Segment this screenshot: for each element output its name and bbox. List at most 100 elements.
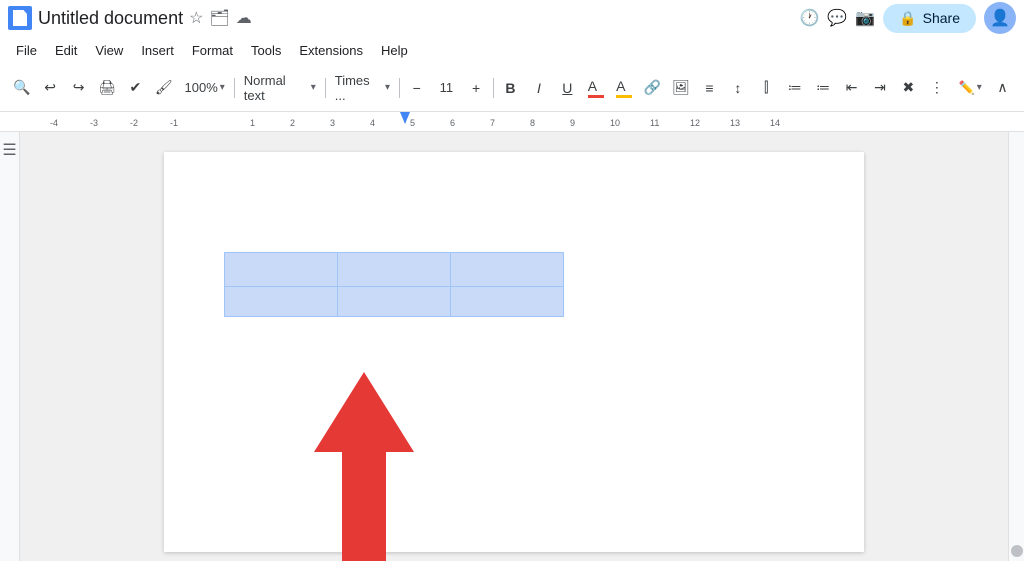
menu-format[interactable]: Format xyxy=(184,40,241,61)
outline-toggle[interactable]: ☰ xyxy=(2,140,16,160)
arrow-annotation xyxy=(304,372,424,561)
scroll-button[interactable] xyxy=(1011,545,1023,557)
comment-icon[interactable]: 💬 xyxy=(827,8,847,28)
separator-1 xyxy=(234,78,235,98)
font-size-increase-icon[interactable]: + xyxy=(462,74,489,102)
italic-button[interactable]: I xyxy=(525,74,552,102)
indent-increase-icon[interactable]: ⇥ xyxy=(866,74,893,102)
svg-text:7: 7 xyxy=(490,118,495,128)
indent-decrease-icon[interactable]: ⇤ xyxy=(838,74,865,102)
link-icon[interactable]: 🔗 xyxy=(639,74,666,102)
svg-text:8: 8 xyxy=(530,118,535,128)
column-icon[interactable]: ⫿ xyxy=(753,74,780,102)
print-icon[interactable]: 🖨 xyxy=(93,74,120,102)
svg-text:10: 10 xyxy=(610,118,620,128)
star-icon[interactable]: ☆ xyxy=(189,8,203,28)
svg-text:-2: -2 xyxy=(130,118,138,128)
menu-tools[interactable]: Tools xyxy=(243,40,289,61)
search-icon[interactable]: 🔍 xyxy=(8,74,35,102)
text-color-button[interactable]: A xyxy=(582,74,609,102)
svg-text:6: 6 xyxy=(450,118,455,128)
undo-icon[interactable]: ↩ xyxy=(36,74,63,102)
svg-text:14: 14 xyxy=(770,118,780,128)
table-cell[interactable] xyxy=(225,253,338,287)
left-sidebar: ☰ xyxy=(0,132,20,561)
svg-text:-1: -1 xyxy=(170,118,178,128)
table-container xyxy=(224,252,564,317)
menu-insert[interactable]: Insert xyxy=(133,40,182,61)
ordered-list-icon[interactable]: ≔ xyxy=(809,74,836,102)
font-size-decrease-icon[interactable]: − xyxy=(403,74,430,102)
font-chevron: ▾ xyxy=(385,82,390,93)
lock-icon: 🔒 xyxy=(899,10,916,27)
svg-text:-4: -4 xyxy=(50,118,58,128)
text-color-bar xyxy=(588,95,604,98)
edit-mode-dropdown[interactable]: ✏️ ▾ xyxy=(953,78,988,98)
doc-title[interactable]: Untitled document xyxy=(38,8,183,29)
video-icon[interactable]: 📷 xyxy=(855,8,875,28)
paint-format-icon[interactable]: 🖌 xyxy=(150,74,177,102)
style-label: Normal text xyxy=(244,73,309,103)
zoom-dropdown[interactable]: 100% ▾ xyxy=(179,78,231,97)
share-button[interactable]: 🔒 Share xyxy=(883,4,976,33)
table-cell[interactable] xyxy=(451,287,564,317)
title-bar: Untitled document ☆ 🗂 ☁ 🕐 💬 📷 🔒 Share 👤 xyxy=(0,0,1024,36)
redo-icon[interactable]: ↪ xyxy=(65,74,92,102)
style-dropdown[interactable]: Normal text ▾ xyxy=(238,71,322,105)
menu-view[interactable]: View xyxy=(87,40,131,61)
svg-text:1: 1 xyxy=(250,118,255,128)
toolbar: 🔍 ↩ ↪ 🖨 ✔ 🖌 100% ▾ Normal text ▾ Times .… xyxy=(0,64,1024,112)
table-cell[interactable] xyxy=(225,287,338,317)
svg-text:-3: -3 xyxy=(90,118,98,128)
table-cell[interactable] xyxy=(338,253,451,287)
ruler: -4 -3 -2 -1 1 2 3 4 5 6 7 8 9 10 11 12 1… xyxy=(0,112,1024,132)
spellcheck-icon[interactable]: ✔ xyxy=(122,74,149,102)
align-icon[interactable]: ≡ xyxy=(696,74,723,102)
svg-text:3: 3 xyxy=(330,118,335,128)
menu-file[interactable]: File xyxy=(8,40,45,61)
svg-text:13: 13 xyxy=(730,118,740,128)
document-table[interactable] xyxy=(224,252,564,317)
history-icon[interactable]: 🕐 xyxy=(799,8,819,28)
doc-title-row: Untitled document ☆ 🗂 ☁ xyxy=(38,8,793,29)
menu-edit[interactable]: Edit xyxy=(47,40,85,61)
table-cell[interactable] xyxy=(451,253,564,287)
menu-extensions[interactable]: Extensions xyxy=(291,40,371,61)
zoom-value: 100% xyxy=(185,80,218,95)
font-dropdown[interactable]: Times ... ▾ xyxy=(329,71,396,105)
document-page xyxy=(164,152,864,552)
zoom-chevron: ▾ xyxy=(220,82,225,93)
folder-icon[interactable]: 🗂 xyxy=(209,8,229,28)
highlight-color-button[interactable]: A xyxy=(610,74,637,102)
bold-button[interactable]: B xyxy=(497,74,524,102)
menu-help[interactable]: Help xyxy=(373,40,416,61)
svg-text:9: 9 xyxy=(570,118,575,128)
doc-icon xyxy=(8,6,32,30)
svg-text:5: 5 xyxy=(410,118,415,128)
font-size-input[interactable] xyxy=(431,80,461,95)
separator-2 xyxy=(325,78,326,98)
separator-4 xyxy=(493,78,494,98)
list-icon[interactable]: ≔ xyxy=(781,74,808,102)
document-area[interactable] xyxy=(20,132,1008,561)
svg-text:11: 11 xyxy=(650,118,659,128)
pencil-icon: ✏️ xyxy=(959,80,975,96)
font-label: Times ... xyxy=(335,73,383,103)
table-cell[interactable] xyxy=(338,287,451,317)
table-row xyxy=(225,253,564,287)
line-spacing-icon[interactable]: ↕ xyxy=(724,74,751,102)
underline-button[interactable]: U xyxy=(554,74,581,102)
clear-format-icon[interactable]: ✖ xyxy=(895,74,922,102)
avatar[interactable]: 👤 xyxy=(984,2,1016,34)
image-icon[interactable]: 🖼 xyxy=(667,74,694,102)
right-scrollbar xyxy=(1008,132,1024,561)
svg-text:2: 2 xyxy=(290,118,295,128)
highlight-color-bar xyxy=(616,95,632,98)
svg-text:12: 12 xyxy=(690,118,700,128)
cloud-icon[interactable]: ☁ xyxy=(236,8,252,28)
more-icon[interactable]: ⋮ xyxy=(923,74,950,102)
title-info: Untitled document ☆ 🗂 ☁ xyxy=(38,8,793,29)
title-actions: 🕐 💬 📷 🔒 Share 👤 xyxy=(799,2,1016,34)
main-area: ☰ xyxy=(0,132,1024,561)
collapse-toolbar-icon[interactable]: ∧ xyxy=(989,74,1016,102)
